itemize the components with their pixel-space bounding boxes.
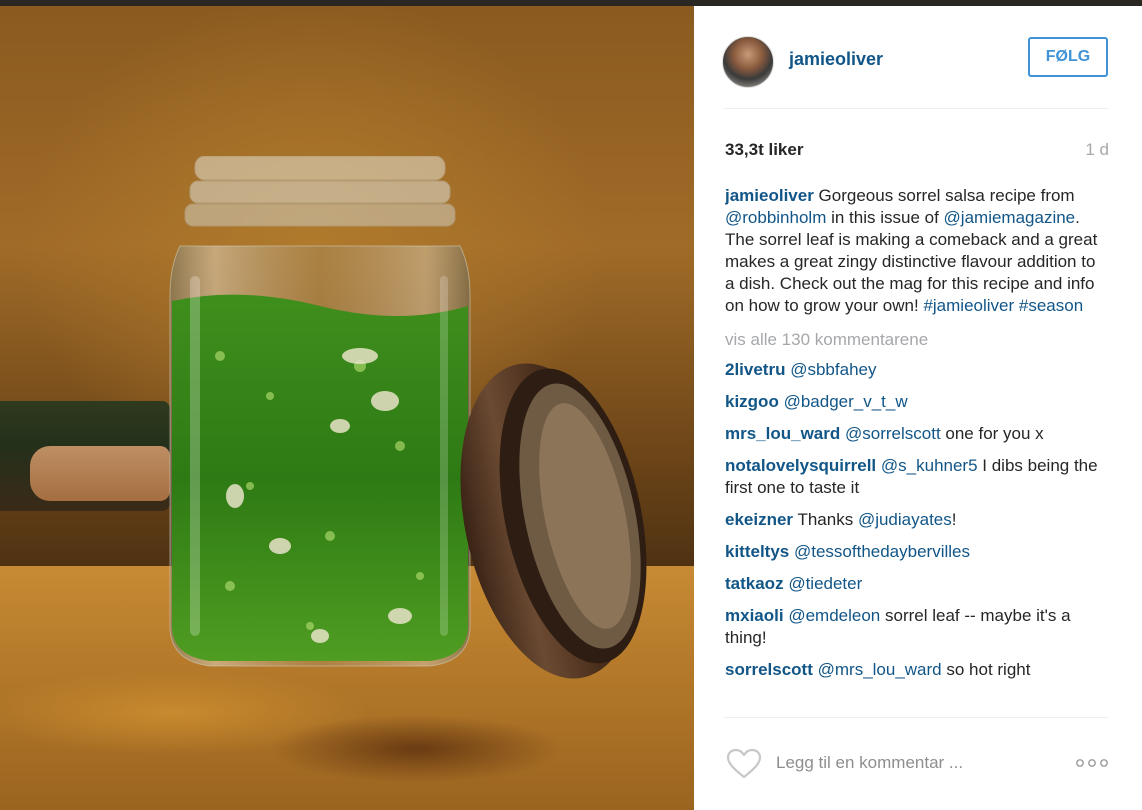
comment-username[interactable]: mxiaoli bbox=[725, 606, 784, 625]
comment-username[interactable]: tatkaoz bbox=[725, 574, 784, 593]
comment-item: kitteltys @tessofthedaybervilles bbox=[725, 541, 1109, 563]
more-dots-icon[interactable] bbox=[1075, 758, 1109, 768]
comment-item: notalovelysquirrell @s_kuhner5 I dibs be… bbox=[725, 455, 1109, 499]
comment-mention[interactable]: @tessofthedaybervilles bbox=[794, 542, 970, 561]
avatar[interactable] bbox=[722, 36, 774, 88]
caption: jamieoliver Gorgeous sorrel salsa recipe… bbox=[725, 185, 1109, 317]
comment-username[interactable]: ekeizner bbox=[725, 510, 793, 529]
photo-lid bbox=[460, 363, 647, 679]
follow-button[interactable]: FØLG bbox=[1028, 37, 1108, 77]
header-divider bbox=[724, 108, 1108, 109]
comment-mention[interactable]: @mrs_lou_ward bbox=[818, 660, 942, 679]
comments-list[interactable]: jamieoliver Gorgeous sorrel salsa recipe… bbox=[725, 185, 1109, 717]
post-header: jamieoliver FØLG bbox=[694, 6, 1142, 108]
caption-hashtag-2[interactable]: #season bbox=[1019, 296, 1083, 315]
comment-mention[interactable]: @s_kuhner5 bbox=[881, 456, 978, 475]
comment-item: ekeizner Thanks @judiayates! bbox=[725, 509, 1109, 531]
heart-outline-icon[interactable] bbox=[726, 748, 762, 780]
add-comment-input[interactable] bbox=[776, 750, 1036, 776]
comment-text: Thanks bbox=[793, 510, 858, 529]
post-side-panel: jamieoliver FØLG 33,3t liker 1 d jamieol… bbox=[694, 6, 1142, 810]
comment-username[interactable]: sorrelscott bbox=[725, 660, 813, 679]
comment-username[interactable]: kizgoo bbox=[725, 392, 779, 411]
comment-item: sorrelscott @mrs_lou_ward so hot right bbox=[725, 659, 1109, 681]
comment-item: 2livetru @sbbfahey bbox=[725, 359, 1109, 381]
comment-mention[interactable]: @sorrelscott bbox=[845, 424, 941, 443]
caption-hashtag-1[interactable]: #jamieoliver bbox=[923, 296, 1014, 315]
comment-text-end: one for you x bbox=[940, 424, 1044, 443]
comment-mention[interactable]: @sbbfahey bbox=[790, 360, 876, 379]
caption-mention-2[interactable]: @jamiemagazine bbox=[944, 208, 1076, 227]
comment-username[interactable]: mrs_lou_ward bbox=[725, 424, 840, 443]
comment-item: kizgoo @badger_v_t_w bbox=[725, 391, 1109, 413]
comment-mention[interactable]: @badger_v_t_w bbox=[784, 392, 908, 411]
caption-text-2: in this issue of bbox=[826, 208, 944, 227]
photo-jar bbox=[169, 156, 471, 667]
post-time[interactable]: 1 d bbox=[1085, 140, 1109, 160]
photo-bread bbox=[30, 446, 170, 501]
post-photo[interactable] bbox=[0, 6, 694, 810]
caption-username[interactable]: jamieoliver bbox=[725, 186, 814, 205]
comment-username[interactable]: 2livetru bbox=[725, 360, 785, 379]
comment-mention[interactable]: @judiayates bbox=[858, 510, 952, 529]
caption-text-1: Gorgeous sorrel salsa recipe from bbox=[813, 186, 1075, 205]
post-meta: 33,3t liker 1 d bbox=[725, 140, 1109, 162]
comment-username[interactable]: kitteltys bbox=[725, 542, 789, 561]
caption-mention-1[interactable]: @robbinholm bbox=[725, 208, 826, 227]
likes-count[interactable]: 33,3t liker bbox=[725, 140, 803, 160]
comment-mention[interactable]: @emdeleon bbox=[788, 606, 880, 625]
comment-item: tatkaoz @tiedeter bbox=[725, 573, 1109, 595]
post-author-username[interactable]: jamieoliver bbox=[789, 49, 883, 70]
view-all-comments-link[interactable]: vis alle 130 kommentarene bbox=[725, 329, 1109, 351]
comment-item: mrs_lou_ward @sorrelscott one for you x bbox=[725, 423, 1109, 445]
comment-mention[interactable]: @tiedeter bbox=[788, 574, 862, 593]
comment-item: mxiaoli @emdeleon sorrel leaf -- maybe i… bbox=[725, 605, 1109, 649]
comment-text-end: ! bbox=[951, 510, 957, 529]
comment-text-end: so hot right bbox=[941, 660, 1031, 679]
comment-username[interactable]: notalovelysquirrell bbox=[725, 456, 876, 475]
footer-divider bbox=[724, 717, 1108, 718]
